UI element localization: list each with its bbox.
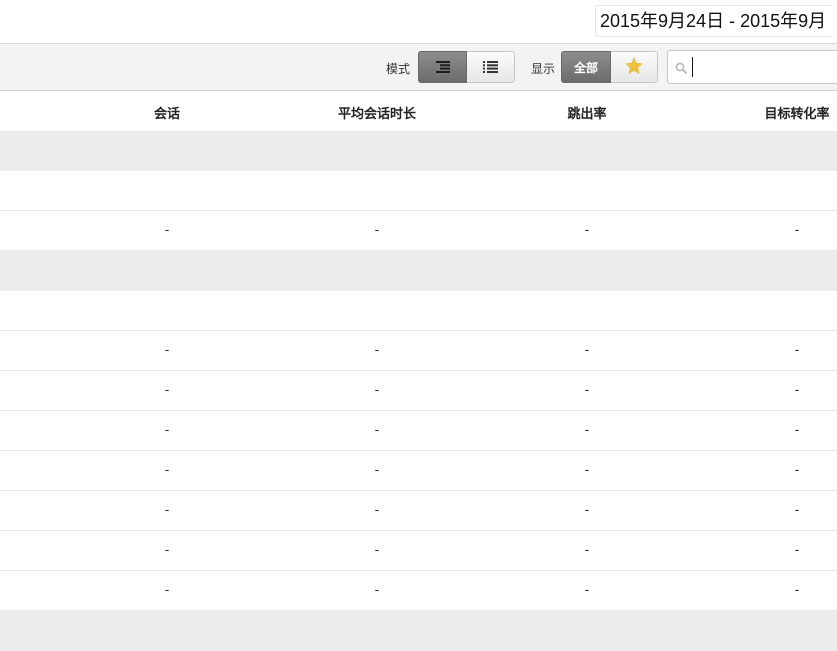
show-all-label: 全部 <box>573 60 598 75</box>
table-cell: - <box>374 343 380 358</box>
show-all-button[interactable]: 全部 <box>561 51 611 83</box>
table-cell: - <box>794 343 800 358</box>
mode-label: 模式 <box>386 62 411 76</box>
table-cell: - <box>794 223 800 238</box>
show-label: 显示 <box>531 62 556 76</box>
table-cell: - <box>164 543 170 558</box>
table-cell: - <box>374 463 380 478</box>
table-cell: - <box>374 583 380 598</box>
table-cell: - <box>164 503 170 518</box>
list-mode-icon <box>483 58 498 77</box>
table-cell: - <box>584 423 590 438</box>
table-cell: - <box>374 223 380 238</box>
table-row <box>0 611 837 651</box>
table-cell: - <box>584 463 590 478</box>
table-body: - - - - - - - - - - - - - - - - - - - - <box>0 131 837 651</box>
table-row: - - - - <box>0 491 837 531</box>
table-cell: - <box>374 423 380 438</box>
table-cell: - <box>164 223 170 238</box>
table-cell: - <box>374 383 380 398</box>
list-mode-button[interactable] <box>467 51 515 83</box>
table-cell: - <box>374 503 380 518</box>
table-row: - - - - <box>0 571 837 611</box>
table-row <box>0 131 837 171</box>
table-row: - - - - <box>0 371 837 411</box>
tree-mode-icon <box>435 58 451 77</box>
search-box <box>667 50 837 84</box>
table-row: - - - - <box>0 451 837 491</box>
column-header-goal-conversion-rate[interactable]: 目标转化率 <box>764 103 829 122</box>
star-icon <box>625 56 643 78</box>
starred-filter-button[interactable] <box>611 51 658 83</box>
search-icon <box>675 60 688 79</box>
column-header-avg-session-duration[interactable]: 平均会话时长 <box>338 103 416 122</box>
table-cell: - <box>164 423 170 438</box>
table-header: 会话 平均会话时长 跳出率 目标转化率 <box>0 91 837 131</box>
table-row: - - - - <box>0 531 837 571</box>
table-cell: - <box>584 343 590 358</box>
date-bar: 2015年9月24日 - 2015年9月 <box>0 0 837 44</box>
table-cell: - <box>374 543 380 558</box>
table-cell: - <box>584 383 590 398</box>
table-cell: - <box>794 583 800 598</box>
table-cell: - <box>584 543 590 558</box>
table-cell: - <box>584 503 590 518</box>
table-cell: - <box>584 583 590 598</box>
table-row: - - - - <box>0 331 837 371</box>
table-row <box>0 291 837 331</box>
column-header-sessions[interactable]: 会话 <box>154 103 180 122</box>
tree-mode-button[interactable] <box>418 51 467 83</box>
table-row <box>0 171 837 211</box>
table-row: - - - - <box>0 411 837 451</box>
table-cell: - <box>794 383 800 398</box>
table-row <box>0 251 837 291</box>
table-cell: - <box>164 583 170 598</box>
table-cell: - <box>794 463 800 478</box>
table-cell: - <box>794 543 800 558</box>
table-cell: - <box>794 503 800 518</box>
table-cell: - <box>164 463 170 478</box>
toolbar: 模式 显示 全部 <box>0 44 837 91</box>
table-row: - - - - <box>0 211 837 251</box>
column-header-bounce-rate[interactable]: 跳出率 <box>567 103 606 122</box>
table-cell: - <box>164 383 170 398</box>
date-range-picker[interactable]: 2015年9月24日 - 2015年9月 <box>595 5 833 37</box>
search-input[interactable] <box>692 57 833 77</box>
table-cell: - <box>164 343 170 358</box>
table-cell: - <box>794 423 800 438</box>
table-cell: - <box>584 223 590 238</box>
